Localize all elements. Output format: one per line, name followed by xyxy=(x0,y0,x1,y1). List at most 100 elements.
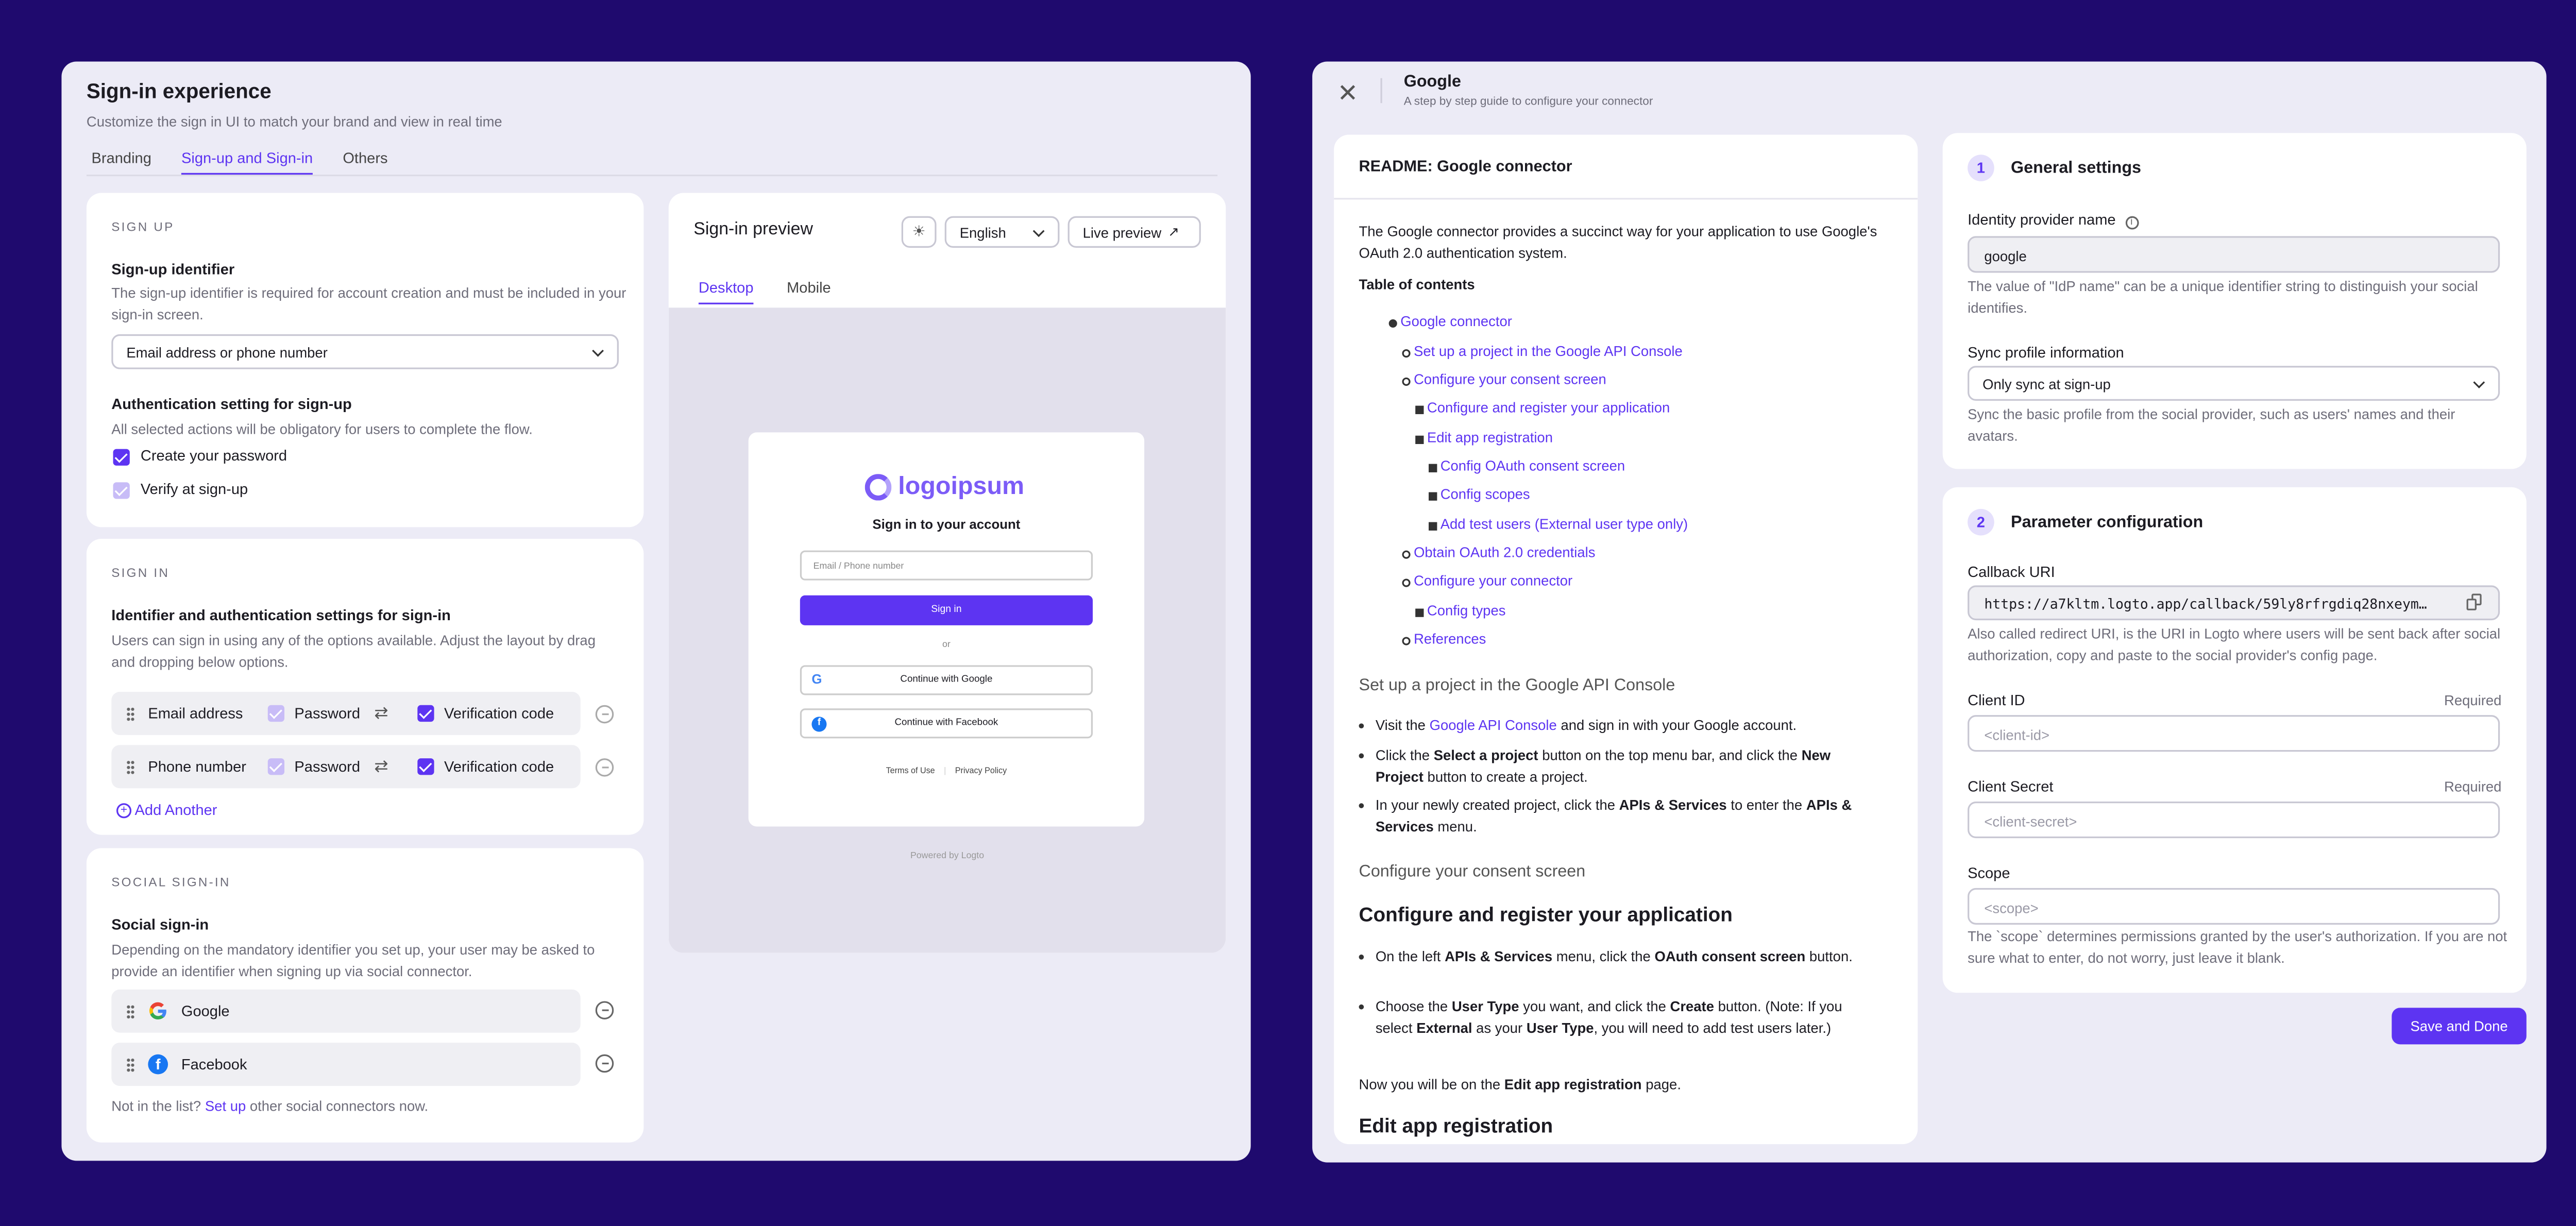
required-label: Required xyxy=(2444,778,2502,795)
swap-icon[interactable]: ⇄ xyxy=(374,757,417,776)
toc-link[interactable]: Configure and register your application xyxy=(1415,399,1670,416)
social-connector-row[interactable]: Google xyxy=(111,989,581,1033)
preview-facebook-button: f Continue with Facebook xyxy=(800,708,1093,739)
tab-others[interactable]: Others xyxy=(343,150,387,175)
remove-icon[interactable] xyxy=(595,1001,614,1019)
idp-name-input[interactable]: google xyxy=(1968,236,2500,273)
connector-name: Google xyxy=(181,1002,230,1019)
theme-toggle-button[interactable]: ☀ xyxy=(901,216,937,248)
bullet-item: Choose the User Type you want, and click… xyxy=(1359,996,1874,1038)
toc-link[interactable]: Edit app registration xyxy=(1415,429,1553,446)
drag-handle-icon[interactable] xyxy=(126,706,135,721)
add-another-label: Add Another xyxy=(134,802,217,819)
toc-link[interactable]: Add test users (External user type only) xyxy=(1429,516,1688,532)
readme-intro: The Google connector provides a succinct… xyxy=(1359,223,1877,261)
preview-canvas: logoipsum Sign in to your account Email … xyxy=(668,308,1226,953)
sign-in-experience-panel: Sign-in experience Customize the sign in… xyxy=(61,61,1251,1161)
create-password-option[interactable]: Create your password xyxy=(113,447,287,465)
google-api-console-link[interactable]: Google API Console xyxy=(1430,717,1557,733)
identifier-label: Phone number xyxy=(148,758,246,775)
card-title: General settings xyxy=(2011,159,2142,177)
tab-sign-up-sign-in[interactable]: Sign-up and Sign-in xyxy=(181,150,313,175)
tab-branding[interactable]: Branding xyxy=(92,150,151,175)
scope-input[interactable]: <scope> xyxy=(1968,888,2500,925)
text: Select a project xyxy=(1433,746,1538,763)
toc-link[interactable]: Configure your consent screen xyxy=(1402,371,1606,387)
sign-up-identifier-select[interactable]: Email address or phone number xyxy=(111,334,619,369)
set-up-link[interactable]: Set up xyxy=(205,1098,246,1114)
live-preview-button[interactable]: Live preview ↗ xyxy=(1067,216,1201,248)
client-id-label: Client ID xyxy=(1968,691,2025,709)
language-value: English xyxy=(959,224,1006,241)
drag-handle-icon[interactable] xyxy=(126,1003,135,1019)
swap-icon[interactable]: ⇄ xyxy=(374,704,417,723)
sign-up-identifier-desc: The sign-up identifier is required for a… xyxy=(111,284,626,322)
text: Edit app registration xyxy=(1504,1076,1642,1093)
text: Now you will be on the xyxy=(1359,1076,1501,1093)
general-settings-card: 1 General settings Identity provider nam… xyxy=(1942,133,2527,469)
section-label: SIGN IN xyxy=(111,565,170,581)
sign-in-method-row[interactable]: Phone number Password ⇄ Verification cod… xyxy=(111,745,581,789)
google-button-label: Continue with Google xyxy=(900,675,993,686)
checkbox-checked-icon[interactable] xyxy=(417,758,434,775)
required-label: Required xyxy=(2444,691,2502,709)
chevron-down-icon xyxy=(1032,224,1045,236)
language-select[interactable]: English xyxy=(944,216,1060,248)
save-and-done-button[interactable]: Save and Done xyxy=(2392,1008,2527,1045)
text: you want, and click the xyxy=(1523,997,1666,1015)
client-secret-input[interactable]: <client-secret> xyxy=(1968,802,2500,839)
chevron-down-icon xyxy=(592,344,604,356)
remove-icon[interactable] xyxy=(595,758,614,777)
social-sign-in-card: SOCIAL SIGN-IN Social sign-in Depending … xyxy=(86,848,644,1143)
step-number: 2 xyxy=(1968,508,1994,536)
select-value: Email address or phone number xyxy=(126,343,328,360)
readme-card: README: Google connector The Google conn… xyxy=(1334,134,1918,1145)
text: as your xyxy=(1476,1018,1523,1035)
checkbox-checked-icon[interactable] xyxy=(113,448,130,465)
idp-name-label: Identity provider name i xyxy=(1968,211,2139,230)
add-another-button[interactable]: + Add Another xyxy=(116,802,217,819)
toc-link[interactable]: Config OAuth consent screen xyxy=(1429,457,1625,474)
tab-desktop[interactable]: Desktop xyxy=(698,279,754,304)
text: User Type xyxy=(1451,997,1519,1015)
remove-icon[interactable] xyxy=(595,705,614,724)
toc-link[interactable]: Config scopes xyxy=(1429,486,1530,502)
info-icon[interactable]: i xyxy=(2125,216,2139,230)
remove-icon[interactable] xyxy=(595,1054,614,1073)
logo-text: logoipsum xyxy=(898,472,1025,501)
checkbox-checked-icon[interactable] xyxy=(417,705,434,722)
toc-link[interactable]: References xyxy=(1402,631,1486,647)
social-connector-row[interactable]: f Facebook xyxy=(111,1043,581,1086)
toc-link[interactable]: Config types xyxy=(1415,602,1505,619)
callback-uri-desc: Also called redirect URI, is the URI in … xyxy=(1968,625,2501,663)
text: APIs & Services xyxy=(1445,948,1553,965)
logto-brand: Logto xyxy=(961,851,985,862)
scope-label: Scope xyxy=(1968,864,2010,882)
tab-mobile[interactable]: Mobile xyxy=(787,279,831,304)
bullet-item: On the left APIs & Services menu, click … xyxy=(1359,946,1874,967)
footer-text: Not in the list? xyxy=(111,1097,201,1114)
text: button. xyxy=(1809,948,1853,965)
sync-profile-select[interactable]: Only sync at sign-up xyxy=(1968,366,2500,401)
drag-handle-icon[interactable] xyxy=(126,1057,135,1072)
live-preview-label: Live preview xyxy=(1082,224,1162,241)
client-secret-label: Client Secret xyxy=(1968,778,2054,795)
google-icon xyxy=(149,1002,166,1019)
toc-link[interactable]: Google connector xyxy=(1388,313,1512,329)
sign-in-method-row[interactable]: Email address Password ⇄ Verification co… xyxy=(111,691,581,735)
client-id-input[interactable]: <client-id> xyxy=(1968,715,2500,752)
separator: | xyxy=(944,767,946,777)
text: OAuth consent screen xyxy=(1654,948,1806,965)
toc-link[interactable]: Configure your connector xyxy=(1402,572,1572,589)
text: , you will need to add test users later.… xyxy=(1594,1018,1832,1035)
copy-icon[interactable] xyxy=(2466,593,2483,610)
drag-handle-icon[interactable] xyxy=(126,759,135,774)
plus-circle-icon: + xyxy=(116,803,132,819)
toc-link[interactable]: Set up a project in the Google API Conso… xyxy=(1402,343,1683,359)
label-text: Identity provider name xyxy=(1968,211,2116,228)
preview-sign-in-button: Sign in xyxy=(800,595,1093,625)
step-number: 1 xyxy=(1968,155,1994,181)
idp-name-desc: The value of "IdP name" can be a unique … xyxy=(1968,278,2478,315)
close-icon[interactable]: ✕ xyxy=(1337,78,1359,108)
toc-link[interactable]: Obtain OAuth 2.0 credentials xyxy=(1402,544,1595,560)
